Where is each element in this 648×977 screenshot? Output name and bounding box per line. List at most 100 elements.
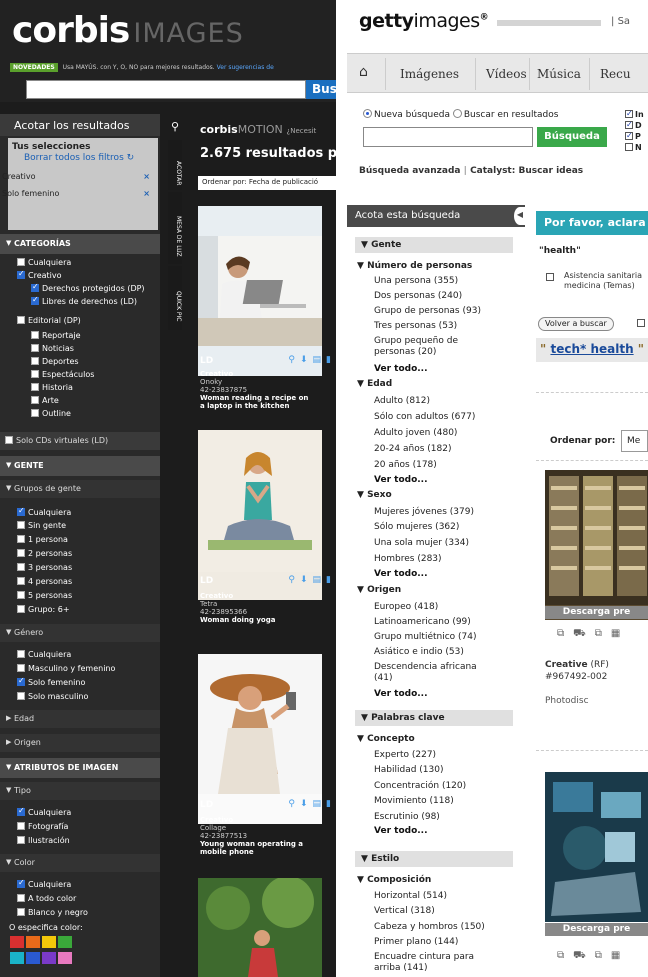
result-card[interactable]	[198, 876, 336, 977]
facet-sexo[interactable]: ▼ Sexo	[357, 490, 392, 500]
catalyst-link[interactable]: Catalyst: Buscar ideas	[470, 166, 583, 176]
section-categorias[interactable]: ▼ CATEGORÍAS	[0, 234, 160, 254]
color-swatch[interactable]	[58, 952, 72, 964]
checkbox[interactable]	[17, 269, 25, 279]
facet-option[interactable]: Mujeres jóvenes (379)	[374, 507, 504, 518]
subsection-edad[interactable]: ▶ Edad	[0, 710, 160, 728]
checkbox[interactable]	[17, 692, 25, 700]
facet-option[interactable]: Experto (227)	[374, 750, 504, 761]
filter-option[interactable]: Sin gente	[17, 521, 66, 530]
checkbox[interactable]	[31, 282, 39, 292]
checkbox[interactable]	[17, 836, 25, 844]
facet-option[interactable]: Adulto joven (480)	[374, 428, 504, 439]
checkbox[interactable]	[17, 258, 25, 266]
subsection-color[interactable]: ▼ Color	[0, 854, 160, 872]
sort-select[interactable]: Me	[621, 430, 648, 452]
result-thumbnail[interactable]	[545, 772, 648, 922]
card-action-icons[interactable]: ⚲⬇▤▮	[288, 575, 336, 585]
color-swatch[interactable]	[42, 936, 56, 948]
back-to-search-button[interactable]: Volver a buscar	[538, 317, 614, 331]
collapse-icon[interactable]: ◀	[514, 207, 526, 225]
getty-search-input[interactable]	[363, 127, 533, 147]
facet-option[interactable]: Grupo de personas (93)	[374, 306, 504, 317]
facet-option[interactable]: Hombres (283)	[374, 554, 504, 565]
section-atributos[interactable]: ▼ ATRIBUTOS DE IMAGEN	[0, 758, 160, 778]
facet-option[interactable]: Concentración (120)	[374, 781, 504, 792]
filter-option[interactable]: 2 personas	[17, 549, 72, 558]
filter-option[interactable]: 1 persona	[17, 535, 68, 544]
facet-option[interactable]: Habilidad (130)	[374, 765, 504, 776]
filter-option[interactable]: Arte	[31, 396, 59, 405]
see-all-link[interactable]: Ver todo...	[374, 569, 428, 579]
subsection-genero[interactable]: ▼ Género	[0, 624, 160, 642]
home-icon[interactable]: ⌂	[359, 64, 368, 80]
see-all-link[interactable]: Ver todo...	[374, 689, 428, 699]
facet-option[interactable]: Descendencia africana (41)	[374, 662, 484, 684]
checkbox[interactable]	[17, 563, 25, 571]
corbis-search-input[interactable]	[26, 80, 306, 99]
filter-option[interactable]: Outline	[31, 409, 71, 418]
filter-option[interactable]: Cualquiera	[17, 506, 71, 517]
filter-option[interactable]: Ilustración	[17, 836, 70, 845]
facet-option[interactable]: Una persona (355)	[374, 276, 504, 287]
facet-option[interactable]: Sólo mujeres (362)	[374, 522, 504, 533]
checkbox-option[interactable]: N	[625, 142, 644, 153]
checkbox[interactable]	[17, 549, 25, 557]
search-icon[interactable]: ⚲	[168, 120, 182, 138]
filter-option[interactable]: Solo femenino	[17, 676, 85, 687]
checkbox[interactable]	[5, 436, 13, 444]
filter-option[interactable]: Cualquiera	[17, 878, 71, 889]
result-collection[interactable]: Photodisc	[545, 696, 589, 706]
checkbox[interactable]	[17, 605, 25, 613]
header-link[interactable]: | Sa	[611, 16, 630, 27]
result-thumbnail[interactable]	[198, 876, 322, 977]
clear-filters-link[interactable]: Borrar todos los filtros ↻	[24, 153, 134, 163]
checkbox[interactable]	[31, 370, 39, 378]
facet-option[interactable]: Asiático e indio (53)	[374, 647, 504, 658]
checkbox[interactable]	[17, 521, 25, 529]
color-swatch[interactable]	[26, 952, 40, 964]
checkbox[interactable]	[17, 591, 25, 599]
radio-new-search[interactable]: Nueva búsqueda	[363, 109, 450, 120]
nav-recursos[interactable]: Recu	[600, 67, 631, 81]
sort-select[interactable]: Ordenar por: Fecha de publicació	[198, 176, 336, 190]
color-swatch[interactable]	[10, 952, 24, 964]
color-swatch[interactable]	[58, 936, 72, 948]
filter-option-cd[interactable]: Solo CDs virtuales (LD)	[0, 432, 160, 450]
getty-search-button[interactable]: Búsqueda	[537, 127, 607, 147]
download-button[interactable]: Descarga pre	[545, 606, 648, 619]
facet-palabras-clave[interactable]: ▼ Palabras clave	[355, 710, 513, 726]
checkbox-option[interactable]: P	[625, 130, 644, 142]
nav-imagenes[interactable]: Imágenes	[400, 67, 459, 81]
nav-musica[interactable]: Música	[537, 67, 581, 81]
result-action-icons[interactable]: ⧉⛟⧉▦	[557, 950, 629, 963]
facet-composicion[interactable]: ▼ Composición	[357, 875, 431, 885]
subsection-origen[interactable]: ▶ Origen	[0, 734, 160, 752]
facet-option[interactable]: Primer plano (144)	[374, 937, 504, 948]
filter-option[interactable]: Blanco y negro	[17, 908, 88, 917]
filter-option[interactable]: Deportes	[31, 357, 79, 366]
checkbox[interactable]	[17, 506, 25, 516]
see-all-link[interactable]: Ver todo...	[374, 364, 428, 374]
nav-videos[interactable]: Vídeos	[486, 67, 527, 81]
facet-option[interactable]: Vertical (318)	[374, 906, 504, 917]
facet-option[interactable]: Grupo multiétnico (74)	[374, 632, 504, 643]
result-thumbnail[interactable]	[545, 470, 648, 620]
color-swatch[interactable]	[10, 936, 24, 948]
remove-icon[interactable]: ×	[143, 189, 150, 198]
filter-option[interactable]: Solo masculino	[17, 692, 88, 701]
see-all-link[interactable]: Ver todo...	[374, 826, 428, 836]
checkbox[interactable]	[17, 908, 25, 916]
facet-num-personas[interactable]: ▼ Número de personas	[357, 261, 472, 271]
facet-option[interactable]: Europeo (418)	[374, 602, 504, 613]
facet-option[interactable]: Tres personas (53)	[374, 321, 504, 332]
clarify-option[interactable]: Asistencia sanitaria medicina (Temas)	[546, 271, 648, 291]
corbis-logo[interactable]: corbis IMAGES	[12, 10, 244, 51]
filter-option[interactable]: Derechos protegidos (DP)	[31, 282, 145, 293]
facet-option[interactable]: Horizontal (514)	[374, 891, 504, 902]
facet-option[interactable]: 20 años (178)	[374, 460, 504, 471]
checkbox[interactable]	[31, 357, 39, 365]
filter-option[interactable]: Reportaje	[31, 331, 81, 340]
filter-option[interactable]: Historia	[31, 383, 73, 392]
tab-quick-pic[interactable]: QUICK PIC	[168, 266, 182, 330]
